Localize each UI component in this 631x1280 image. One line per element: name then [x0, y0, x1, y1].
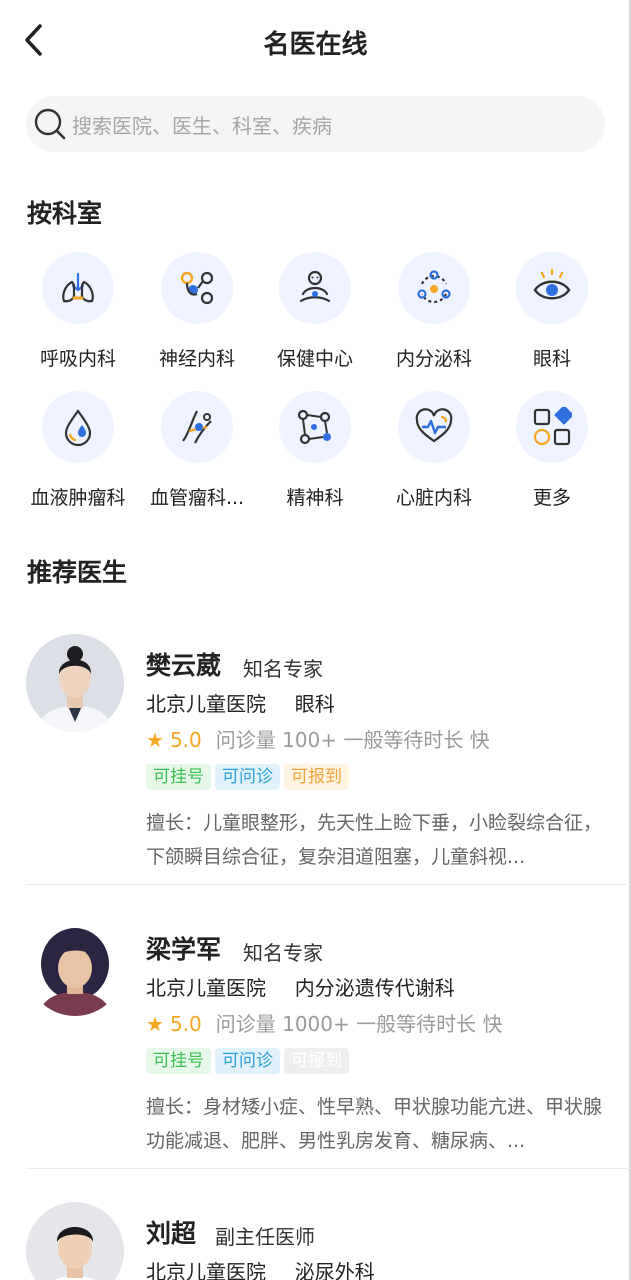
neuron-icon — [161, 252, 233, 324]
divider — [26, 884, 631, 885]
dept-hemangioma[interactable]: 血管瘤科... — [138, 391, 256, 517]
doctor-tags: 可挂号 可问诊 可报到 — [146, 764, 353, 790]
doctor-title: 知名专家 — [243, 657, 323, 681]
doctor-card[interactable]: 梁学军 知名专家 北京儿童医院 内分泌遗传代谢科 ★ 5.0 问诊量 1000+ 一… — [0, 904, 631, 1170]
page-title: 名医在线 — [263, 30, 368, 60]
doctor-card[interactable]: 刘超 副主任医师 北京儿童医院 泌尿外科 — [0, 1188, 631, 1280]
grid-more-icon — [516, 391, 588, 463]
doctor-department: 内分泌遗传代谢科 — [294, 976, 455, 1000]
doctor-hospital-dept: 北京儿童医院 眼科 — [146, 688, 335, 717]
doctor-tags: 可挂号 可问诊 可报到 — [146, 1048, 353, 1074]
endocrine-cycle-icon — [398, 252, 470, 324]
tag-can-consult[interactable]: 可问诊 — [215, 1048, 280, 1074]
doctor-expertise: 擅长：儿童眼整形，先天性上睑下垂，小睑裂综合征，下颌瞬目综合征，复杂泪道阻塞，儿… — [146, 812, 602, 868]
doctor-avatar — [26, 634, 124, 732]
doctor-rating-row: ★ 5.0 问诊量 1000+ 一般等待时长 快 — [146, 1008, 502, 1037]
doctor-name: 樊云葳 — [146, 651, 222, 680]
doctor-title: 知名专家 — [243, 941, 323, 965]
eye-icon — [516, 252, 588, 324]
search-icon — [32, 106, 68, 142]
dept-neurology[interactable]: 神经内科 — [138, 252, 256, 378]
departments-title: 按科室 — [27, 199, 103, 228]
doctor-avatar — [26, 918, 124, 1016]
dept-hematology-oncology[interactable]: 血液肿瘤科 — [19, 391, 137, 517]
doctor-rating-row: ★ 5.0 问诊量 100+ 一般等待时长 快 — [146, 724, 490, 753]
dept-health-center[interactable]: 保健中心 — [256, 252, 374, 378]
tag-can-register[interactable]: 可挂号 — [146, 764, 211, 790]
consultation-meta: 问诊量 100+ 一般等待时长 快 — [215, 728, 490, 752]
recommended-doctors-title: 推荐医生 — [27, 558, 128, 587]
vessel-icon — [161, 391, 233, 463]
dept-psychiatry[interactable]: 精神科 — [256, 391, 374, 517]
star-icon: ★ — [146, 1012, 164, 1036]
doctor-hospital: 北京儿童医院 — [146, 1260, 266, 1280]
doctor-title: 副主任医师 — [215, 1225, 315, 1249]
doctor-hospital: 北京儿童医院 — [146, 692, 266, 716]
lungs-icon — [42, 252, 114, 324]
tag-can-checkin[interactable]: 可报到 — [284, 764, 349, 790]
blood-drop-icon — [42, 391, 114, 463]
dept-more[interactable]: 更多 — [493, 391, 611, 517]
doctor-department: 眼科 — [294, 692, 335, 716]
search-bar[interactable]: 搜索医院、医生、科室、疾病 — [26, 96, 605, 152]
doctor-hospital: 北京儿童医院 — [146, 976, 266, 1000]
doctor-name: 梁学军 — [146, 935, 222, 964]
dept-endocrinology[interactable]: 内分泌科 — [375, 252, 493, 378]
doctor-expertise: 擅长：身材矮小症、性早熟、甲状腺功能亢进、甲状腺功能减退、肥胖、男性乳房发育、糖… — [146, 1096, 602, 1152]
rating-score: 5.0 — [169, 728, 202, 752]
star-icon: ★ — [146, 728, 164, 752]
meditation-icon — [279, 252, 351, 324]
doctor-department: 泌尿外科 — [294, 1260, 375, 1280]
dept-cardiology[interactable]: 心脏内科 — [375, 391, 493, 517]
dept-respiratory[interactable]: 呼吸内科 — [19, 252, 137, 378]
consultation-meta: 问诊量 1000+ 一般等待时长 快 — [215, 1012, 503, 1036]
top-bar: 名医在线 — [0, 0, 631, 82]
doctor-name: 刘超 — [146, 1219, 197, 1248]
network-nodes-icon — [279, 391, 351, 463]
rating-score: 5.0 — [169, 1012, 202, 1036]
tag-can-checkin-disabled: 可报到 — [284, 1048, 349, 1074]
dept-ophthalmology[interactable]: 眼科 — [493, 252, 611, 378]
doctor-hospital-dept: 北京儿童医院 泌尿外科 — [146, 1256, 375, 1280]
tag-can-register[interactable]: 可挂号 — [146, 1048, 211, 1074]
divider — [26, 1168, 631, 1169]
tag-can-consult[interactable]: 可问诊 — [215, 764, 280, 790]
doctor-hospital-dept: 北京儿童医院 内分泌遗传代谢科 — [146, 972, 455, 1001]
heart-pulse-icon — [398, 391, 470, 463]
search-input[interactable]: 搜索医院、医生、科室、疾病 — [72, 110, 332, 139]
doctor-avatar — [26, 1202, 124, 1280]
doctor-card[interactable]: 樊云葳 知名专家 北京儿童医院 眼科 ★ 5.0 问诊量 100+ 一般等待时长 快… — [0, 620, 631, 886]
